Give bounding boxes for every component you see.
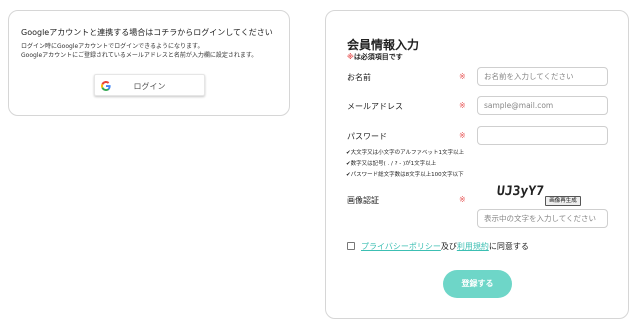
terms-link[interactable]: 利用規約 [457, 242, 489, 251]
required-note: ※は必須項目です [347, 52, 403, 62]
email-input[interactable]: sample@mail.com [477, 96, 608, 115]
email-label: メールアドレス [347, 102, 403, 111]
password-required-mark: ※ [459, 131, 466, 140]
name-required-mark: ※ [459, 72, 466, 81]
agreement-row: プライバシーポリシー及び利用規約に同意する [347, 241, 529, 252]
google-panel-description: ログイン時にGoogleアカウントでログインできるようになります。 Google… [21, 42, 257, 60]
agree-suffix: に同意する [488, 242, 529, 251]
captcha-regenerate-button[interactable]: 画像再生成 [545, 196, 581, 206]
required-note-text: は必須項目です [353, 53, 403, 61]
google-login-panel: Googleアカウントと連携する場合はコチラからログインしてください ログイン時… [8, 10, 290, 116]
captcha-image: UJ3yY7 [496, 184, 544, 199]
agree-conjunction: 及び [440, 242, 457, 251]
google-login-label: ログイン [133, 82, 166, 91]
captcha-label: 画像認証 [347, 196, 379, 205]
password-rule: ✔大文字又は小文字のアルファベット1文字以上 [346, 150, 465, 156]
captcha-required-mark: ※ [459, 195, 466, 204]
captcha-text: UJ3yY7 [496, 184, 544, 199]
register-submit-button[interactable]: 登録する [443, 270, 512, 298]
privacy-policy-link[interactable]: プライバシーポリシー [361, 242, 441, 251]
google-panel-desc-line1: ログイン時にGoogleアカウントでログインできるようになります。 [21, 43, 204, 50]
password-label: パスワード [347, 132, 387, 141]
google-login-button[interactable]: ログイン [94, 74, 205, 96]
form-title: 会員情報入力 [347, 38, 420, 52]
member-registration-form: 会員情報入力 ※は必須項目です お名前 ※ お名前を入力してください メールアド… [325, 10, 629, 319]
password-rules: ✔大文字又は小文字のアルファベット1文字以上 ✔数字又は記号( . / ? - … [346, 148, 464, 181]
password-input[interactable] [477, 126, 608, 145]
password-rule: ✔数字又は記号( . / ? - )が1文字以上 [346, 161, 437, 167]
password-rule: ✔パスワード総文字数は8文字以上100文字以下 [346, 172, 464, 178]
name-label: お名前 [347, 73, 371, 82]
name-input[interactable]: お名前を入力してください [477, 67, 608, 86]
google-panel-desc-line2: Googleアカウントにご登録されているメールアドレスと名前が入力欄に設定されま… [21, 52, 258, 59]
required-mark: ※ [347, 53, 354, 61]
agree-checkbox[interactable] [347, 242, 355, 250]
email-required-mark: ※ [459, 101, 466, 110]
captcha-input[interactable]: 表示中の文字を入力してください [477, 209, 608, 228]
google-panel-title: Googleアカウントと連携する場合はコチラからログインしてください [21, 28, 273, 37]
